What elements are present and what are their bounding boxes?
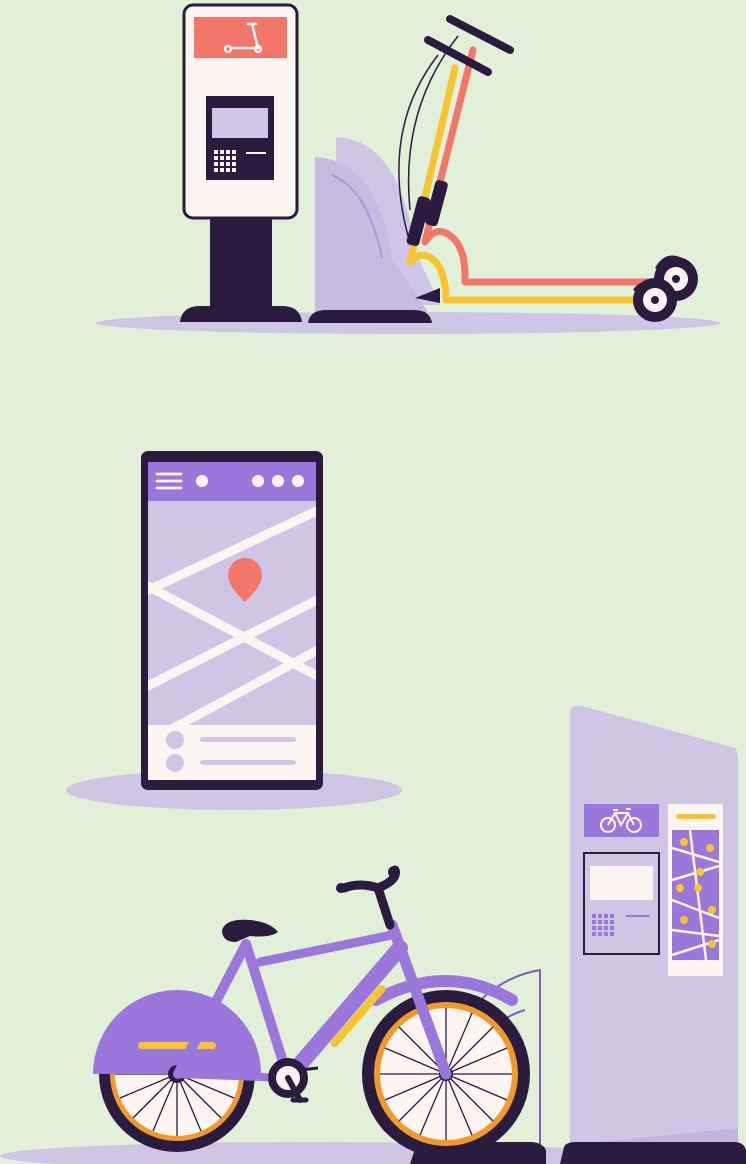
bike-kiosk: [560, 705, 746, 1164]
bike-station: [0, 705, 746, 1164]
illustration-scene: [0, 0, 746, 1164]
map-view[interactable]: [140, 501, 325, 730]
bicycle-crank: [268, 1058, 319, 1103]
more-dots-icon[interactable]: [252, 475, 304, 487]
bike-kiosk-screen: [590, 866, 653, 900]
bicycle-handlebar: [339, 865, 400, 930]
bicycle: [93, 865, 530, 1158]
bike-kiosk-base: [560, 1142, 746, 1164]
station-map-poster: [668, 804, 723, 976]
bicycle-seat: [222, 919, 278, 942]
coral-scooter: [407, 15, 698, 301]
app-status-dot: [196, 475, 208, 487]
scooter-station: [96, 3, 720, 334]
rear-fender: [93, 990, 261, 1074]
illustration-svg: [0, 3, 746, 1164]
bike-sign: [584, 804, 659, 837]
dock-base: [308, 310, 432, 323]
scooter-kiosk: [180, 3, 302, 322]
kiosk-pole: [210, 210, 272, 310]
kiosk-sign: [194, 17, 287, 58]
kiosk-screen: [212, 108, 268, 138]
phone-map-app: [66, 451, 402, 810]
